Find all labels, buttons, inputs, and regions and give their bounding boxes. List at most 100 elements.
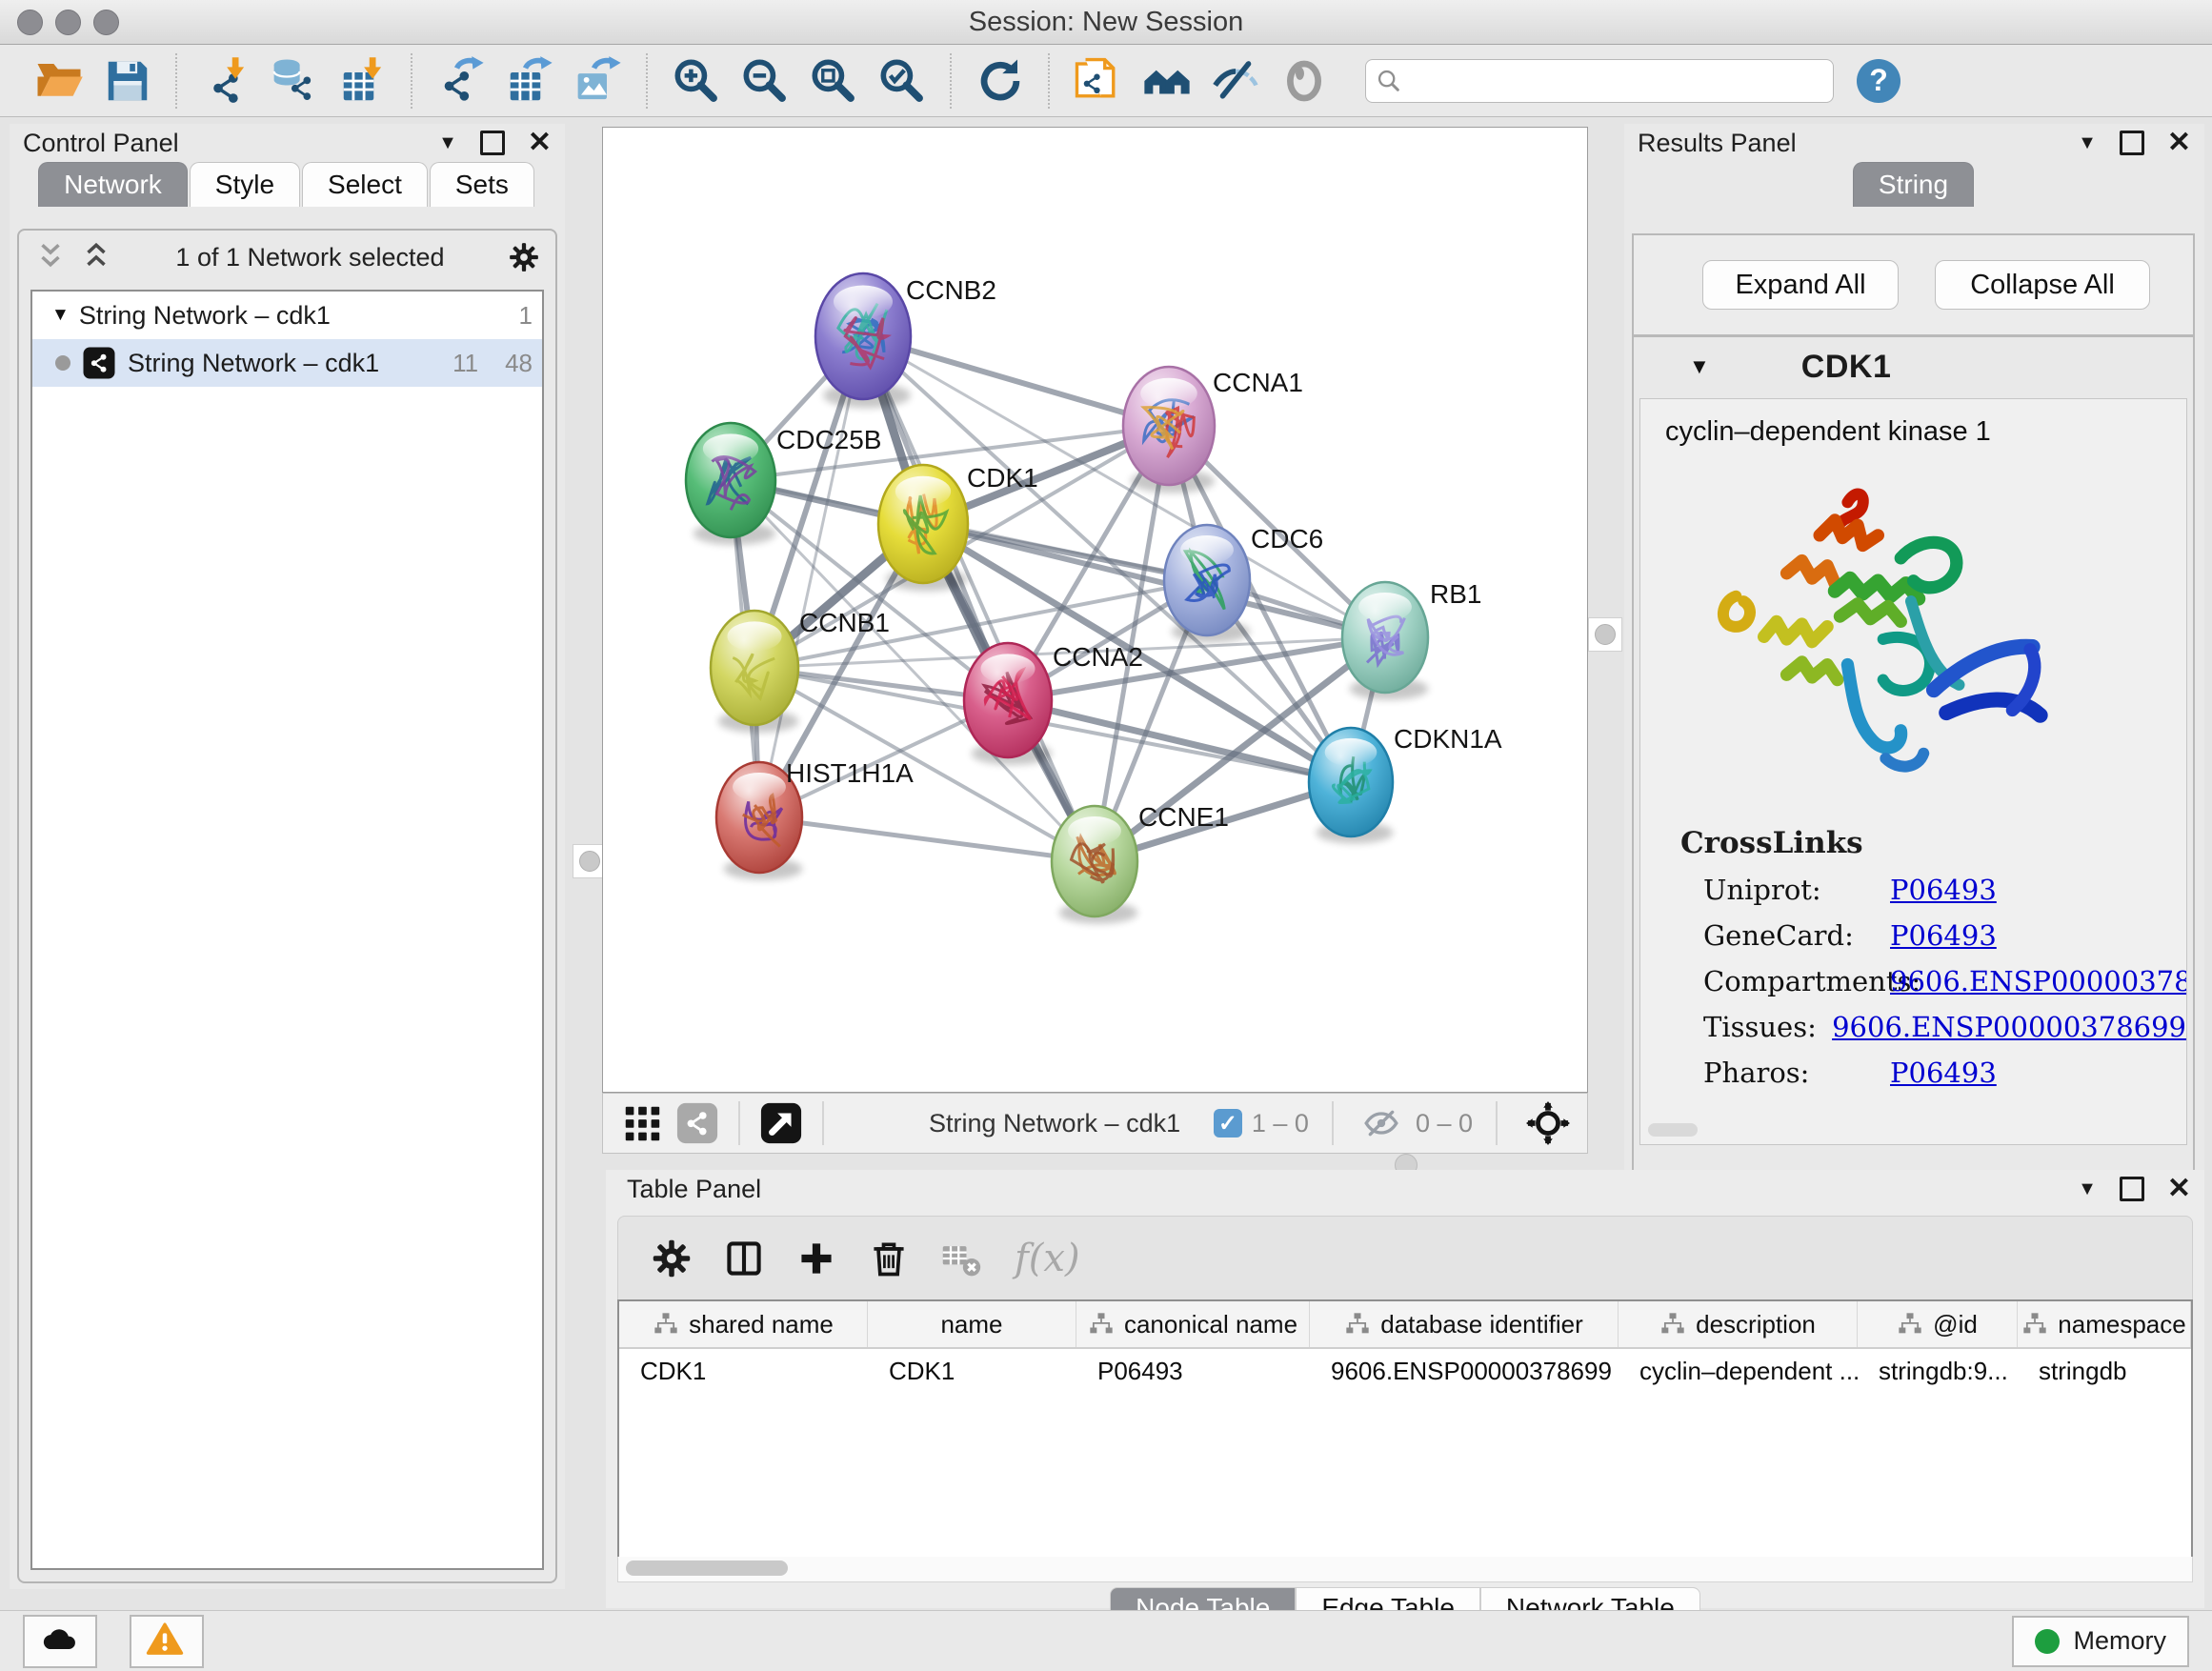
network-node-CCNB2[interactable] [815, 273, 911, 408]
fit-selection-crosshair-icon[interactable] [1526, 1101, 1570, 1145]
collection-expander-icon[interactable]: ▼ [51, 305, 70, 326]
gene-section-header[interactable]: ▼ CDK1 [1634, 337, 2193, 396]
table-options-gear-icon[interactable] [651, 1238, 693, 1279]
add-column-icon[interactable] [795, 1238, 837, 1279]
close-window-button[interactable] [17, 10, 43, 35]
control-panel-close-icon[interactable]: ✕ [528, 133, 552, 152]
hidden-items-eye-icon[interactable] [1362, 1104, 1400, 1142]
network-node-CCNB1[interactable] [711, 611, 798, 733]
table-cell[interactable]: P06493 [1076, 1349, 1310, 1393]
import-network-file-button[interactable] [196, 51, 255, 111]
selected-items-checkbox-icon[interactable]: ✓ [1214, 1109, 1242, 1137]
tab-style[interactable]: Style [190, 162, 300, 207]
table-row[interactable]: CDK1CDK1P064939606.ENSP00000378699cyclin… [619, 1349, 2191, 1393]
column-header-canonical-name[interactable]: canonical name [1076, 1301, 1310, 1347]
tab-sets[interactable]: Sets [430, 162, 534, 207]
crosslink-link[interactable]: 9606.ENSP00000378699 [1832, 1011, 2186, 1043]
network-row[interactable]: String Network – cdk1 11 48 [32, 339, 542, 387]
save-session-button[interactable] [98, 51, 157, 111]
network-node-CCNE1[interactable] [1052, 806, 1137, 924]
table-hscrollbar-thumb[interactable] [626, 1560, 788, 1576]
results-panel-menu-icon[interactable]: ▼ [2078, 132, 2097, 154]
crosslink-link[interactable]: P06493 [1890, 1057, 1997, 1089]
export-image-button[interactable] [569, 51, 628, 111]
open-file-button[interactable] [30, 51, 89, 111]
show-columns-icon[interactable] [723, 1238, 765, 1279]
crosslink-link[interactable]: P06493 [1890, 874, 1997, 906]
tab-network[interactable]: Network [38, 162, 188, 207]
hide-items-button[interactable] [1206, 51, 1265, 111]
column-header--id[interactable]: @id [1858, 1301, 2018, 1347]
birdseye-view-icon[interactable] [759, 1101, 803, 1145]
memory-button[interactable]: Memory [2012, 1616, 2189, 1667]
help-button[interactable]: ? [1857, 59, 1900, 103]
expand-all-button[interactable]: Expand All [1702, 260, 1899, 310]
table-body: CDK1CDK1P064939606.ENSP00000378699cyclin… [619, 1349, 2191, 1393]
results-panel-close-icon[interactable]: ✕ [2167, 133, 2191, 152]
refresh-layout-button[interactable] [971, 51, 1030, 111]
table-toolbar: f(x) [617, 1216, 2193, 1301]
expand-all-networks-icon[interactable] [80, 241, 112, 273]
collapse-all-networks-icon[interactable] [34, 241, 67, 273]
search-box[interactable] [1365, 59, 1834, 103]
crosslink-link[interactable]: P06493 [1890, 919, 1997, 952]
table-cell[interactable]: CDK1 [868, 1349, 1076, 1393]
minimize-window-button[interactable] [55, 10, 81, 35]
right-splitter-handle[interactable] [1588, 617, 1622, 652]
crosslink-link[interactable]: 9606.ENSP00000378699 [1890, 965, 2187, 997]
delete-column-icon[interactable] [868, 1238, 910, 1279]
cloud-status-button[interactable] [23, 1615, 97, 1668]
export-table-button[interactable] [500, 51, 559, 111]
network-options-gear-icon[interactable] [508, 241, 540, 273]
import-table-button[interactable] [333, 51, 392, 111]
tab-select[interactable]: Select [302, 162, 428, 207]
network-canvas[interactable]: CCNB2CCNA1CDC25BCDK1CDC6RB1CCNB1CCNA2CDK… [602, 127, 1588, 1093]
tab-string[interactable]: String [1853, 162, 1974, 207]
table-panel-menu-icon[interactable]: ▼ [2078, 1178, 2097, 1200]
network-node-CDKN1A[interactable] [1309, 728, 1393, 843]
column-header-name[interactable]: name [868, 1301, 1076, 1347]
table-cell[interactable]: 9606.ENSP00000378699 [1310, 1349, 1619, 1393]
column-header-shared-name[interactable]: shared name [619, 1301, 868, 1347]
zoom-in-button[interactable] [667, 51, 726, 111]
show-items-button[interactable] [1275, 51, 1334, 111]
network-node-CDC25B[interactable] [686, 423, 775, 545]
table-hscrollbar[interactable] [617, 1557, 2193, 1582]
table-cell[interactable]: CDK1 [619, 1349, 868, 1393]
share-view-icon[interactable] [675, 1101, 719, 1145]
results-scrollbar-thumb[interactable] [1648, 1123, 1698, 1137]
results-panel-float-icon[interactable] [2120, 131, 2144, 155]
collapse-all-button[interactable]: Collapse All [1935, 260, 2150, 310]
network-node-CDK1[interactable] [878, 465, 968, 591]
table-panel-close-icon[interactable]: ✕ [2167, 1179, 2191, 1198]
warnings-button[interactable] [130, 1615, 204, 1668]
column-header-database-identifier[interactable]: database identifier [1310, 1301, 1619, 1347]
network-node-CCNA1[interactable] [1123, 367, 1215, 493]
column-header-description[interactable]: description [1619, 1301, 1858, 1347]
network-graph[interactable]: CCNB2CCNA1CDC25BCDK1CDC6RB1CCNB1CCNA2CDK… [603, 128, 1587, 1092]
network-node-RB1[interactable] [1342, 582, 1428, 700]
export-network-button[interactable] [432, 51, 491, 111]
clone-network-button[interactable] [1069, 51, 1128, 111]
zoom-window-button[interactable] [93, 10, 119, 35]
node-table[interactable]: shared namenamecanonical namedatabase id… [617, 1299, 2193, 1560]
table-cell[interactable]: stringdb [2018, 1349, 2191, 1393]
control-panel-menu-icon[interactable]: ▼ [438, 132, 457, 154]
network-node-CCNA2[interactable] [964, 643, 1052, 765]
crosslink-label: Tissues: [1703, 1011, 1832, 1043]
table-panel-float-icon[interactable] [2120, 1177, 2144, 1201]
gene-expander-icon[interactable]: ▼ [1689, 354, 1710, 379]
control-panel-float-icon[interactable] [480, 131, 505, 155]
grid-view-icon[interactable] [620, 1101, 664, 1145]
table-cell[interactable]: cyclin–dependent ... [1619, 1349, 1858, 1393]
zoom-selected-button[interactable] [873, 51, 932, 111]
eye-gray-icon [1278, 55, 1330, 107]
search-input[interactable] [1402, 65, 1823, 96]
import-network-database-button[interactable] [265, 51, 324, 111]
zoom-fit-button[interactable] [804, 51, 863, 111]
table-cell[interactable]: stringdb:9... [1858, 1349, 2018, 1393]
home-browser-button[interactable] [1137, 51, 1196, 111]
column-header-namespace[interactable]: namespace [2018, 1301, 2191, 1347]
network-collection-row[interactable]: ▼ String Network – cdk1 1 [32, 292, 542, 339]
zoom-out-button[interactable] [735, 51, 794, 111]
